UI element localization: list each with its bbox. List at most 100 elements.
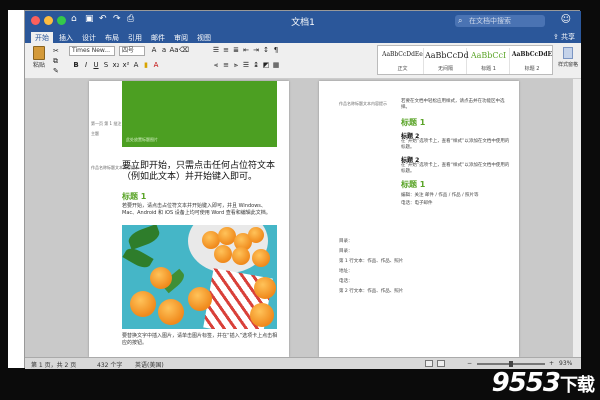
zoom-level[interactable]: 93% bbox=[559, 360, 572, 367]
photo-caption[interactable]: 要替换文字中插入图片，请单击图片标签，并在“插入”选项卡上点击相应的按钮。 bbox=[122, 333, 278, 347]
bold-icon[interactable]: B bbox=[71, 61, 81, 69]
page2-title-1b[interactable]: 标题 1 bbox=[401, 179, 425, 190]
style-no-spacing[interactable]: AaBbCcDd 无间隔 bbox=[425, 48, 469, 74]
intro-paragraph[interactable]: 若要开始，请点击占位符文本并开始键入即可，并且 Windows、Mac、Andr… bbox=[122, 203, 278, 217]
tab-references[interactable]: 引用 bbox=[124, 32, 146, 43]
section-title[interactable]: 标题 1 bbox=[122, 191, 146, 202]
grow-font-icon[interactable]: A bbox=[149, 46, 159, 54]
footer-line[interactable]: 目录： bbox=[339, 249, 353, 255]
line-spacing-icon[interactable]: ↨ bbox=[251, 61, 261, 69]
page2-paragraph-d[interactable]: 电话：电子邮件 bbox=[401, 201, 513, 207]
top-border bbox=[0, 0, 600, 10]
web-layout-button[interactable] bbox=[437, 360, 445, 367]
tab-design[interactable]: 设计 bbox=[78, 32, 100, 43]
paste-button[interactable]: 粘贴 bbox=[27, 45, 51, 75]
multilevel-icon[interactable]: ≣ bbox=[231, 46, 241, 54]
highlight-icon[interactable]: ▮ bbox=[141, 61, 151, 69]
strikethrough-icon[interactable]: S bbox=[101, 61, 111, 69]
user-icon[interactable]: ☺ bbox=[561, 14, 571, 25]
styles-pane-button[interactable]: 样式窗格 bbox=[558, 47, 578, 68]
word-count[interactable]: 432 个字 bbox=[97, 360, 122, 369]
format-painter-icon[interactable]: ✎ bbox=[53, 67, 59, 75]
numbering-icon[interactable]: ≡ bbox=[221, 46, 231, 54]
tab-review[interactable]: 审阅 bbox=[170, 32, 192, 43]
print-layout-button[interactable] bbox=[425, 360, 433, 367]
page2-intro[interactable]: 若要在文档中轻松应用样式，请点击并在功能区中选择。 bbox=[401, 99, 513, 111]
zoom-in-icon[interactable]: + bbox=[549, 360, 554, 367]
apricot-shape bbox=[214, 245, 232, 263]
increase-indent-icon[interactable]: ⇥ bbox=[251, 46, 261, 54]
align-right-icon[interactable]: ⫸ bbox=[231, 61, 241, 70]
shrink-font-icon[interactable]: a bbox=[159, 46, 169, 54]
font-color-icon[interactable]: A bbox=[151, 61, 161, 69]
apricot-shape bbox=[188, 287, 212, 311]
footer-line[interactable]: 目录： bbox=[339, 239, 353, 245]
decrease-indent-icon[interactable]: ⇤ bbox=[241, 46, 251, 54]
language[interactable]: 英语(美国) bbox=[135, 360, 164, 369]
cut-icon[interactable]: ✂ bbox=[53, 47, 59, 55]
zoom-slider[interactable] bbox=[477, 361, 545, 367]
zoom-slider-knob[interactable] bbox=[509, 361, 513, 367]
style-normal[interactable]: AaBbCcDdEe 正文 bbox=[382, 48, 424, 74]
search-icon: ⌕ bbox=[458, 16, 463, 25]
tab-home[interactable]: 开始 bbox=[31, 32, 53, 43]
underline-icon[interactable]: U bbox=[91, 61, 101, 69]
page2-paragraph-c[interactable]: 编辑：关注 邮件 / 作品 / 作品 / 照片等 bbox=[401, 193, 513, 199]
page-2[interactable]: 作品名称标题文本内容提示 若要在文档中轻松应用样式，请点击并在功能区中选择。 标… bbox=[319, 81, 519, 357]
page2-paragraph-a[interactable]: 在“开始”选项卡上，查看“样式”以添加在文档中使用的标题。 bbox=[401, 139, 513, 151]
borders-icon[interactable]: ▦ bbox=[271, 61, 281, 69]
style-name: 无间隔 bbox=[437, 66, 453, 72]
share-button[interactable]: ⇪ 共享 bbox=[553, 32, 575, 42]
paste-label: 粘贴 bbox=[32, 62, 45, 69]
style-heading-1[interactable]: AaBbCcI 标题 1 bbox=[468, 48, 510, 74]
change-case-icon[interactable]: Aa bbox=[169, 46, 179, 54]
footer-line[interactable]: 第 1 行文本：作品、作品、照片 bbox=[339, 259, 403, 265]
tab-layout[interactable]: 布局 bbox=[101, 32, 123, 43]
sort-icon[interactable]: ↕ bbox=[261, 46, 271, 54]
page2-title-1[interactable]: 标题 1 bbox=[401, 117, 425, 128]
font-size-select[interactable]: 四号 bbox=[119, 46, 145, 56]
text-effects-icon[interactable]: A bbox=[131, 61, 141, 69]
apricot-shape bbox=[150, 267, 172, 289]
right-border bbox=[578, 0, 600, 400]
show-marks-icon[interactable]: ¶ bbox=[271, 46, 281, 54]
tab-view[interactable]: 视图 bbox=[193, 32, 215, 43]
ribbon-tabs: 开始 插入 设计 布局 引用 邮件 审阅 视图 ⇪ 共享 bbox=[25, 31, 581, 43]
vertical-scrollbar[interactable] bbox=[573, 79, 581, 357]
header-image-placeholder[interactable]: 此处放置标题图片 bbox=[122, 81, 277, 147]
clear-format-icon[interactable]: ⌫ bbox=[179, 46, 189, 54]
page-1[interactable]: 此处放置标题图片 第一页 第 1 批注 主题 作品名称标题文本内容提示 要立即开… bbox=[89, 81, 289, 357]
footer-line[interactable]: 电话： bbox=[339, 279, 353, 285]
tab-mailings[interactable]: 邮件 bbox=[147, 32, 169, 43]
intro-heading[interactable]: 要立即开始，只需点击任何占位符文本（例如此文本）并开始键入即可。 bbox=[122, 161, 282, 183]
screenshot-frame: ⌂ ▣ ↶ ↷ ⎙ 文档1 ⌕ 在文档中搜索 ☺ 开始 插入 设计 布局 引用 … bbox=[0, 0, 600, 400]
zoom-out-icon[interactable]: − bbox=[467, 360, 472, 367]
ribbon-home: 粘贴 ✂ ⧉ ✎ Times New... 四号 Aa Aa⌫ B I U Sx₂ x² A… bbox=[25, 43, 581, 79]
search-input[interactable]: ⌕ 在文档中搜索 bbox=[455, 15, 545, 27]
margin-comment: 主题 bbox=[91, 131, 99, 136]
subscript-icon[interactable]: x₂ bbox=[111, 61, 121, 69]
footer-line[interactable]: 第 2 行文本：作品、作品、照片 bbox=[339, 289, 403, 295]
document-canvas[interactable]: 此处放置标题图片 第一页 第 1 批注 主题 作品名称标题文本内容提示 要立即开… bbox=[25, 79, 581, 357]
margin-comment: 第一页 第 1 批注 bbox=[91, 121, 122, 126]
page-count[interactable]: 第 1 页，共 2 页 bbox=[31, 360, 76, 369]
font-name-select[interactable]: Times New... bbox=[69, 46, 115, 56]
search-placeholder: 在文档中搜索 bbox=[469, 17, 511, 25]
tab-insert[interactable]: 插入 bbox=[55, 32, 77, 43]
apricot-shape bbox=[248, 227, 264, 243]
justify-icon[interactable]: ☰ bbox=[241, 61, 251, 69]
shading-icon[interactable]: ◩ bbox=[261, 61, 271, 69]
apricots-photo[interactable] bbox=[122, 225, 277, 329]
style-heading-2[interactable]: AaBbCcDdE 标题 2 bbox=[511, 48, 553, 74]
bullets-icon[interactable]: ☰ bbox=[211, 46, 221, 54]
align-left-icon[interactable]: ⫷ bbox=[211, 61, 221, 70]
superscript-icon[interactable]: x² bbox=[121, 61, 131, 69]
style-preview: AaBbCcDdE bbox=[511, 51, 553, 58]
copy-icon[interactable]: ⧉ bbox=[53, 57, 58, 66]
footer-line[interactable]: 地址： bbox=[339, 269, 353, 275]
watermark-number: 9553 bbox=[491, 368, 561, 398]
margin-comment: 作品名称标题文本内容提示 bbox=[339, 101, 387, 106]
italic-icon[interactable]: I bbox=[81, 61, 91, 69]
page2-paragraph-b[interactable]: 在“开始”选项卡上，查看“样式”以添加在文档中使用的标题。 bbox=[401, 163, 513, 175]
align-center-icon[interactable]: ≡ bbox=[221, 61, 231, 69]
